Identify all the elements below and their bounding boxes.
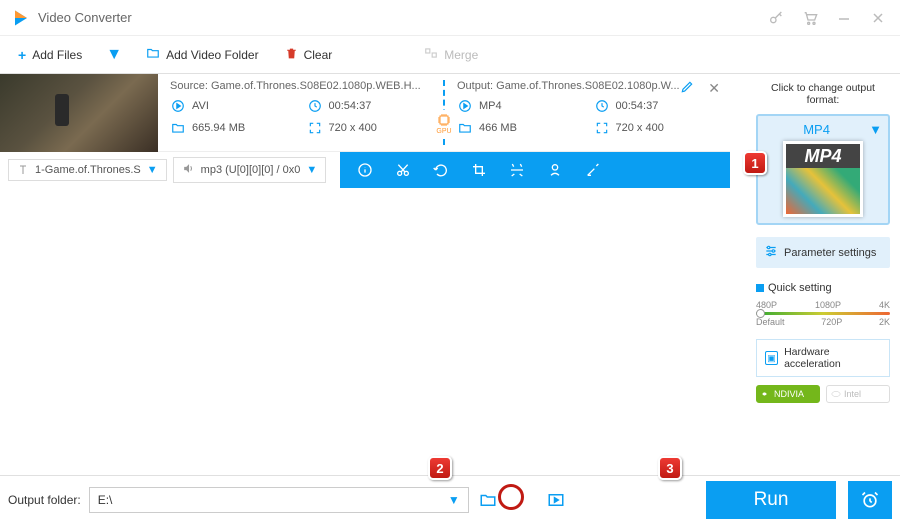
remove-item-icon[interactable]: ✕ [708, 80, 720, 97]
chevron-down-icon: ▼ [306, 164, 317, 176]
open-folder-button[interactable] [477, 489, 499, 511]
merge-icon [424, 46, 438, 63]
plus-icon: + [18, 47, 26, 63]
audio-dropdown[interactable]: mp3 (U[0][0][0] / 0x0 ▼ [173, 157, 327, 183]
folder-icon [457, 120, 473, 136]
clock-icon [307, 98, 323, 114]
crop-icon[interactable] [470, 161, 488, 179]
info-icon[interactable] [356, 161, 374, 179]
format-thumb-label: MP4 [786, 146, 860, 167]
output-label: Output: Game.of.Thrones.S08E02.1080p.W..… [457, 80, 718, 92]
parameter-settings-button[interactable]: Parameter settings [756, 237, 890, 268]
quality-slider[interactable] [756, 312, 890, 315]
folder-icon [146, 46, 160, 63]
minimize-button[interactable] [834, 8, 854, 28]
output-format-cell: MP4 [457, 98, 582, 114]
rotate-icon[interactable] [432, 161, 450, 179]
slider-handle[interactable] [756, 309, 765, 318]
add-files-button[interactable]: + Add Files [8, 42, 92, 68]
resolution-icon [594, 120, 610, 136]
source-size-cell: 665.94 MB [170, 120, 295, 136]
effects-icon[interactable] [508, 161, 526, 179]
hw-label: Hardware acceleration [784, 346, 881, 370]
add-folder-button[interactable]: Add Video Folder [136, 41, 269, 68]
add-files-label: Add Files [32, 48, 82, 62]
source-resolution-cell: 720 x 400 [307, 120, 432, 136]
output-format-selector[interactable]: MP4 ▼ MP4 [756, 114, 890, 225]
output-folder-field[interactable]: E:\ ▼ [89, 487, 469, 513]
close-button[interactable] [868, 8, 888, 28]
intel-button[interactable]: Intel [826, 385, 890, 403]
param-label: Parameter settings [784, 247, 876, 259]
source-duration-cell: 00:54:37 [307, 98, 432, 114]
callout-3: 3 [658, 456, 682, 480]
app-logo-icon [12, 9, 30, 27]
output-sidebar: Click to change output format: MP4 ▼ MP4 … [748, 74, 898, 474]
output-size-cell: 466 MB [457, 120, 582, 136]
cart-icon[interactable] [800, 8, 820, 28]
merge-button: Merge [414, 41, 488, 68]
quick-setting-label: Quick setting [756, 282, 890, 294]
source-format-cell: AVI [170, 98, 295, 114]
intel-icon [831, 389, 841, 399]
bottom-bar: Output folder: E:\ ▼ Run [0, 475, 900, 523]
callout-1: 1 [743, 151, 767, 175]
clock-icon [594, 98, 610, 114]
volume-icon [182, 162, 195, 178]
chevron-down-icon[interactable]: ▼ [448, 493, 460, 507]
output-duration-cell: 00:54:37 [594, 98, 719, 114]
key-icon[interactable] [766, 8, 786, 28]
edit-output-icon[interactable] [680, 80, 694, 99]
chevron-down-icon: ▼ [869, 122, 882, 137]
app-title: Video Converter [38, 10, 132, 25]
output-path: E:\ [98, 493, 113, 507]
nvidia-button[interactable]: NDIVIA [756, 385, 820, 403]
main-toolbar: + Add Files ▼ Add Video Folder Clear Mer… [0, 36, 900, 74]
change-format-label: Click to change output format: [756, 82, 890, 106]
audio-value: mp3 (U[0][0][0] / 0x0 [201, 164, 301, 176]
output-resolution-cell: 720 x 400 [594, 120, 719, 136]
chevron-down-icon: ▼ [147, 164, 158, 176]
nvidia-icon [761, 389, 771, 399]
video-item-row: Source: Game.of.Thrones.S08E02.1080p.WEB… [0, 74, 730, 152]
chip-icon: ▣ [765, 351, 778, 365]
filter-icon[interactable] [584, 161, 602, 179]
source-label: Source: Game.of.Thrones.S08E02.1080p.WEB… [170, 80, 431, 92]
subtitle-dropdown[interactable]: 1-Game.of.Thrones.S ▼ [8, 159, 167, 181]
clear-button[interactable]: Clear [275, 42, 343, 68]
run-button[interactable]: Run [706, 481, 836, 519]
format-thumbnail: MP4 [783, 141, 863, 217]
play-icon [170, 98, 186, 114]
play-icon [457, 98, 473, 114]
schedule-button[interactable] [848, 481, 892, 519]
play-output-button[interactable] [545, 489, 567, 511]
watermark-icon[interactable] [546, 161, 564, 179]
title-bar: Video Converter [0, 0, 900, 36]
add-files-dropdown-caret[interactable]: ▼ [106, 46, 122, 64]
cut-icon[interactable] [394, 161, 412, 179]
slider-bottom-ticks: Default 720P 2K [756, 317, 890, 327]
format-name: MP4 [803, 122, 830, 137]
merge-label: Merge [444, 48, 478, 62]
sliders-icon [764, 244, 778, 261]
video-thumbnail[interactable] [0, 74, 158, 152]
subtitle-icon [17, 164, 29, 176]
callout-2: 2 [428, 456, 452, 480]
folder-icon [170, 120, 186, 136]
subtitle-value: 1-Game.of.Thrones.S [35, 164, 141, 176]
slider-top-ticks: 480P 1080P 4K [756, 300, 890, 310]
add-folder-label: Add Video Folder [166, 48, 259, 62]
trash-icon [285, 47, 298, 63]
item-sub-toolbar: 1-Game.of.Thrones.S ▼ mp3 (U[0][0][0] / … [0, 152, 730, 188]
clear-label: Clear [304, 48, 333, 62]
resolution-icon [307, 120, 323, 136]
hardware-accel-button[interactable]: ▣ Hardware acceleration [756, 339, 890, 377]
source-info-panel: Source: Game.of.Thrones.S08E02.1080p.WEB… [158, 74, 443, 151]
output-folder-label: Output folder: [8, 493, 81, 507]
